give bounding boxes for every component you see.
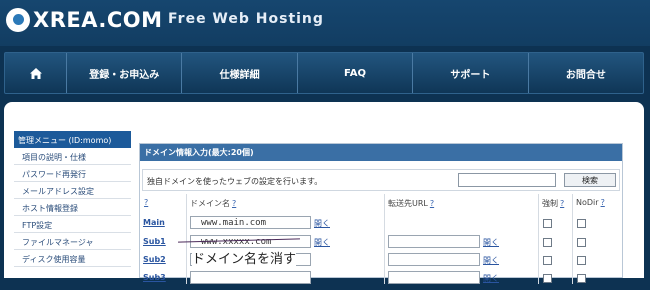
redirect-input[interactable] <box>388 235 480 248</box>
nodir-checkbox[interactable] <box>577 238 586 247</box>
logo-icon <box>6 8 30 32</box>
site-header: XREA.COM Free Web Hosting <box>0 0 650 46</box>
open-link[interactable]: 開く <box>483 273 499 284</box>
header-domain-label: ドメイン名 <box>190 199 230 208</box>
sidebar-item[interactable]: 項目の説明・仕様 <box>14 148 131 165</box>
main-nav: 登録・お申込み 仕様詳細 FAQ サポート お問合せ <box>4 52 644 94</box>
sidebar: 管理メニュー (ID:momo) 項目の説明・仕様 パスワード再発行 メールアド… <box>14 131 131 267</box>
open-link[interactable]: 開く <box>314 218 330 229</box>
help-link[interactable]: ? <box>430 199 434 208</box>
row-label[interactable]: Main <box>143 218 165 227</box>
nav-home[interactable] <box>5 53 67 93</box>
tagline: Free Web Hosting <box>168 11 324 27</box>
sidebar-item[interactable]: ファイルマネージャ <box>14 233 131 250</box>
row-label[interactable]: Sub1 <box>143 237 166 246</box>
search-button[interactable]: 検索 <box>564 173 616 187</box>
header-nodir: NoDir? <box>576 198 605 210</box>
nav-register[interactable]: 登録・お申込み <box>67 53 183 93</box>
header-domain: ドメイン名? <box>190 198 236 210</box>
nav-support[interactable]: サポート <box>413 53 529 93</box>
table-row: Sub3 開く <box>140 270 624 290</box>
search-input[interactable] <box>458 173 556 187</box>
sidebar-item[interactable]: ディスク使用容量 <box>14 250 131 267</box>
help-link[interactable]: ? <box>232 199 236 208</box>
sidebar-item[interactable]: メールアドレス設定 <box>14 182 131 199</box>
header-nodir-label: NoDir <box>576 198 599 207</box>
logo-text: XREA.COM <box>33 8 163 32</box>
logo[interactable]: XREA.COM <box>6 8 163 32</box>
row-label[interactable]: Sub2 <box>143 255 166 264</box>
open-link[interactable]: 開く <box>483 237 499 248</box>
sidebar-item[interactable]: パスワード再発行 <box>14 165 131 182</box>
help-link[interactable]: ? <box>144 198 148 210</box>
open-link[interactable]: 開く <box>314 237 330 248</box>
annotation-note: ドメイン名を消す <box>192 248 297 267</box>
header-force-label: 強制 <box>542 199 558 208</box>
force-checkbox[interactable] <box>543 238 552 247</box>
home-icon <box>29 67 42 79</box>
sidebar-title: 管理メニュー (ID:momo) <box>14 131 131 148</box>
redirect-input[interactable] <box>388 253 480 266</box>
help-link[interactable]: ? <box>560 199 564 208</box>
help-link[interactable]: ? <box>601 198 605 207</box>
nodir-checkbox[interactable] <box>577 256 586 265</box>
description-row: 独自ドメインを使ったウェブの設定を行います。 検索 <box>142 169 620 191</box>
header-redirect: 転送先URL? <box>388 198 434 210</box>
nodir-checkbox[interactable] <box>577 274 586 283</box>
description-text: 独自ドメインを使ったウェブの設定を行います。 <box>147 177 323 186</box>
force-checkbox[interactable] <box>543 219 552 228</box>
nodir-checkbox[interactable] <box>577 219 586 228</box>
table-row: Main www.main.com 開く <box>140 215 624 235</box>
nav-faq[interactable]: FAQ <box>298 53 414 93</box>
panel-title: ドメイン情報入力(最大:20個) <box>140 144 622 161</box>
force-checkbox[interactable] <box>543 274 552 283</box>
open-link[interactable]: 開く <box>483 255 499 266</box>
nav-spec[interactable]: 仕様詳細 <box>182 53 298 93</box>
domain-input[interactable]: www.main.com <box>190 216 311 229</box>
header-force: 強制? <box>542 198 564 210</box>
force-checkbox[interactable] <box>543 256 552 265</box>
header-redirect-label: 転送先URL <box>388 199 428 208</box>
nav-contact[interactable]: お問合せ <box>529 53 643 93</box>
sidebar-item[interactable]: ホスト情報登録 <box>14 199 131 216</box>
sidebar-item[interactable]: FTP設定 <box>14 216 131 233</box>
